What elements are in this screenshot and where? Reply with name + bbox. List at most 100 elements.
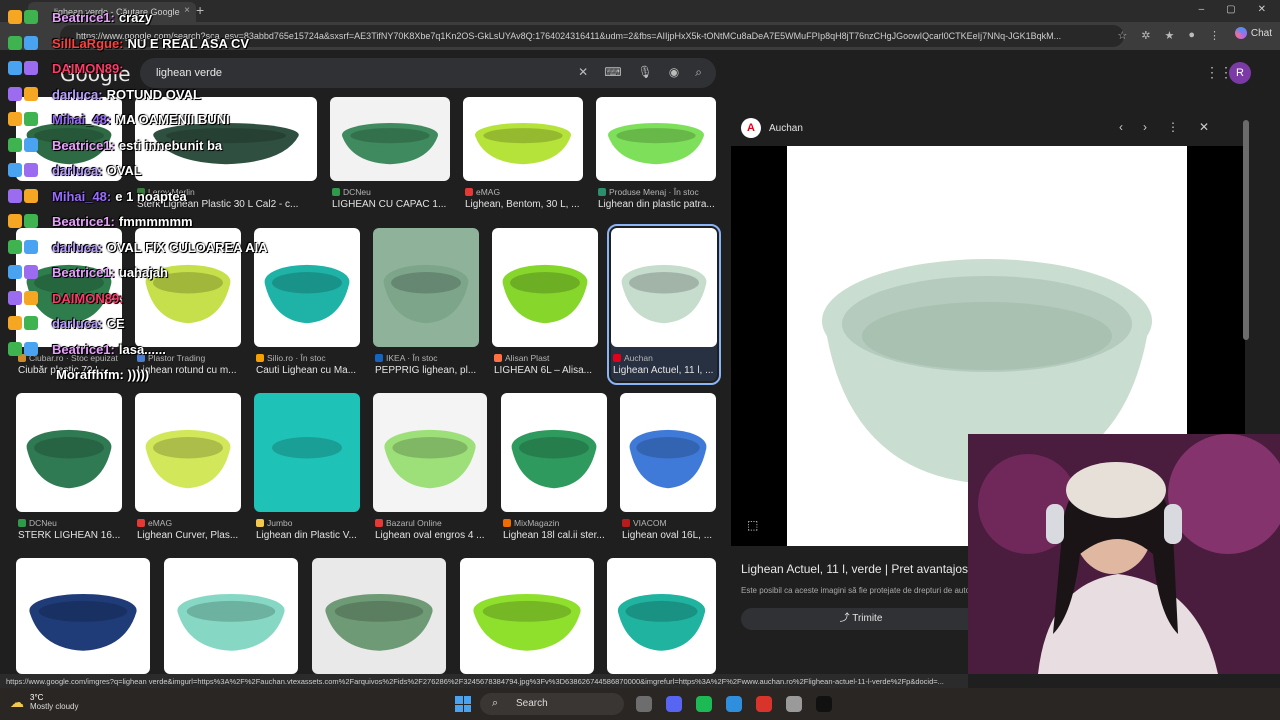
copyright-note: Este posibil ca aceste imagini să fie pr… [741,586,975,595]
discord-icon[interactable] [666,696,682,712]
result-title[interactable]: Lighean Curver, Plas... [137,530,251,541]
visual-search-icon[interactable]: ⬚ [747,518,758,532]
page-scrollbar[interactable] [1243,120,1249,340]
result-thumbnail[interactable] [492,228,598,347]
result-title[interactable]: Lighean oval 16L, ... [622,530,726,541]
chat-badge-icon [24,87,38,101]
result-title[interactable]: Lighean 18l cal.ii ster... [503,530,617,541]
microphone-icon[interactable]: 🎙 [638,65,653,80]
site-name[interactable]: Auchan [769,123,803,134]
result-title[interactable]: LIGHEAN CU CAPAC 1... [332,199,460,210]
lens-icon[interactable]: ◉ [669,65,679,80]
source-favicon-icon [137,519,145,527]
image-result[interactable] [164,558,298,674]
image-result[interactable]: eMAG Lighean Curver, Plas... [135,393,241,546]
avatar[interactable]: R [1229,62,1251,84]
previous-icon[interactable]: ‹ [1119,120,1123,134]
image-result[interactable]: VIACOM Lighean oval 16L, ... [620,393,716,546]
weather-widget[interactable]: ☁ 3°C Mostly cloudy [10,693,78,711]
chat-button[interactable]: Chat [1234,27,1272,39]
spotify-icon[interactable] [696,696,712,712]
steam-icon[interactable] [786,696,802,712]
bookmark-star-icon[interactable]: ☆ [1117,29,1127,42]
basin-shape [519,437,589,459]
result-thumbnail[interactable] [501,393,607,512]
search-input[interactable]: lighean verde [156,67,222,79]
chat-message: darluca: CE [8,316,125,331]
keyboard-icon[interactable]: ⌨ [604,65,621,80]
result-title[interactable]: Cauti Lighean cu Ma... [256,365,370,376]
bookmarks-icon[interactable]: ★ [1164,29,1174,42]
windows-start-icon[interactable] [455,696,471,712]
epic-games-icon[interactable] [816,696,832,712]
chat-message: DAIMON89: [8,61,128,76]
result-title[interactable]: STERK LIGHEAN 16... [18,530,132,541]
more-options-icon[interactable]: ⋮ [1167,120,1179,134]
share-button[interactable]: ⤴ Trimite [741,608,981,630]
result-thumbnail[interactable] [607,558,716,674]
result-thumbnail[interactable] [330,97,450,181]
result-thumbnail[interactable] [164,558,298,674]
result-title[interactable]: Lighean Actuel, 11 l, ... [613,365,727,376]
minimize-button[interactable]: – [1199,4,1205,15]
result-thumbnail[interactable] [16,393,122,512]
result-title[interactable]: LIGHEAN 6L – Alisa... [494,365,608,376]
result-title[interactable]: Lighean din Plastic V... [256,530,370,541]
result-title[interactable]: PEPPRIG lighean, pl... [375,365,489,376]
result-thumbnail[interactable] [373,228,479,347]
image-result[interactable]: MixMagazin Lighean 18l cal.ii ster... [501,393,607,546]
maximize-button[interactable]: ▢ [1226,4,1235,15]
image-result[interactable]: Produse Menaj · În stoc Lighean din plast… [596,97,716,215]
image-result[interactable]: eMAG Lighean, Bentom, 30 L, ... [463,97,583,215]
image-result[interactable] [16,558,150,674]
search-icon[interactable]: ⌕ [695,65,702,80]
image-result[interactable]: Bazarul Online Lighean oval engros 4 ... [373,393,487,546]
image-result[interactable] [607,558,716,674]
close-icon[interactable]: ✕ [1199,120,1209,134]
result-title[interactable]: Lighean din plastic patra... [598,199,726,210]
result-title[interactable]: Lighean, Bentom, 30 L, ... [465,199,593,210]
basin-shape [616,128,696,144]
next-icon[interactable]: › [1143,120,1147,134]
chat-badge-icon [24,342,38,356]
result-thumbnail[interactable] [611,228,717,347]
result-title[interactable]: Lighean rotund cu m... [137,365,251,376]
profile-icon[interactable]: ● [1188,29,1195,42]
close-window-button[interactable]: ✕ [1258,4,1266,15]
result-thumbnail[interactable] [596,97,716,181]
tab-close-icon[interactable]: × [184,5,190,16]
image-result[interactable]: DCNeu STERK LIGHEAN 16... [16,393,122,546]
extensions-icon[interactable]: ✲ [1141,29,1150,42]
chat-badge-icon [8,112,22,126]
image-result[interactable]: DCNeu LIGHEAN CU CAPAC 1... [330,97,450,215]
result-thumbnail[interactable] [135,393,241,512]
image-result[interactable]: Alisan Plast LIGHEAN 6L – Alisa... [492,228,598,381]
image-result[interactable] [460,558,594,674]
result-thumbnail[interactable] [463,97,583,181]
image-result[interactable]: IKEA · În stoc PEPPRIG lighean, pl... [373,228,479,381]
result-thumbnail[interactable] [254,228,360,347]
menu-dots-icon[interactable]: ⋮ [1209,29,1220,42]
result-thumbnail[interactable] [373,393,487,512]
clear-icon[interactable]: ✕ [578,65,588,80]
result-thumbnail[interactable] [254,393,360,512]
edge-icon[interactable] [726,696,742,712]
image-result[interactable]: Silio.ro · În stoc Cauti Lighean cu Ma... [254,228,360,381]
result-thumbnail[interactable] [620,393,716,512]
result-thumbnail[interactable] [460,558,594,674]
search-box[interactable]: lighean verde ✕ ⌨ 🎙 ◉ ⌕ [140,58,716,88]
image-result[interactable] [312,558,446,674]
taskbar-search[interactable]: ⌕ Search [480,693,624,715]
chat-username: SillLaRgue: [52,36,124,51]
basin-shape [629,272,699,294]
image-result[interactable]: Jumbo Lighean din Plastic V... [254,393,360,546]
result-thumbnail[interactable] [16,558,150,674]
app-red-icon[interactable] [756,696,772,712]
chat-message: Beatrice1: fmmmmmm [8,214,193,229]
preview-title[interactable]: Lighean Actuel, 11 l, verde | Pret avant… [741,562,975,576]
new-tab-button[interactable]: + [196,2,204,18]
result-thumbnail[interactable] [312,558,446,674]
result-title[interactable]: Lighean oval engros 4 ... [375,530,497,541]
task-view-icon[interactable] [636,696,652,712]
image-result[interactable]: Auchan Lighean Actuel, 11 l, ... [607,224,721,385]
